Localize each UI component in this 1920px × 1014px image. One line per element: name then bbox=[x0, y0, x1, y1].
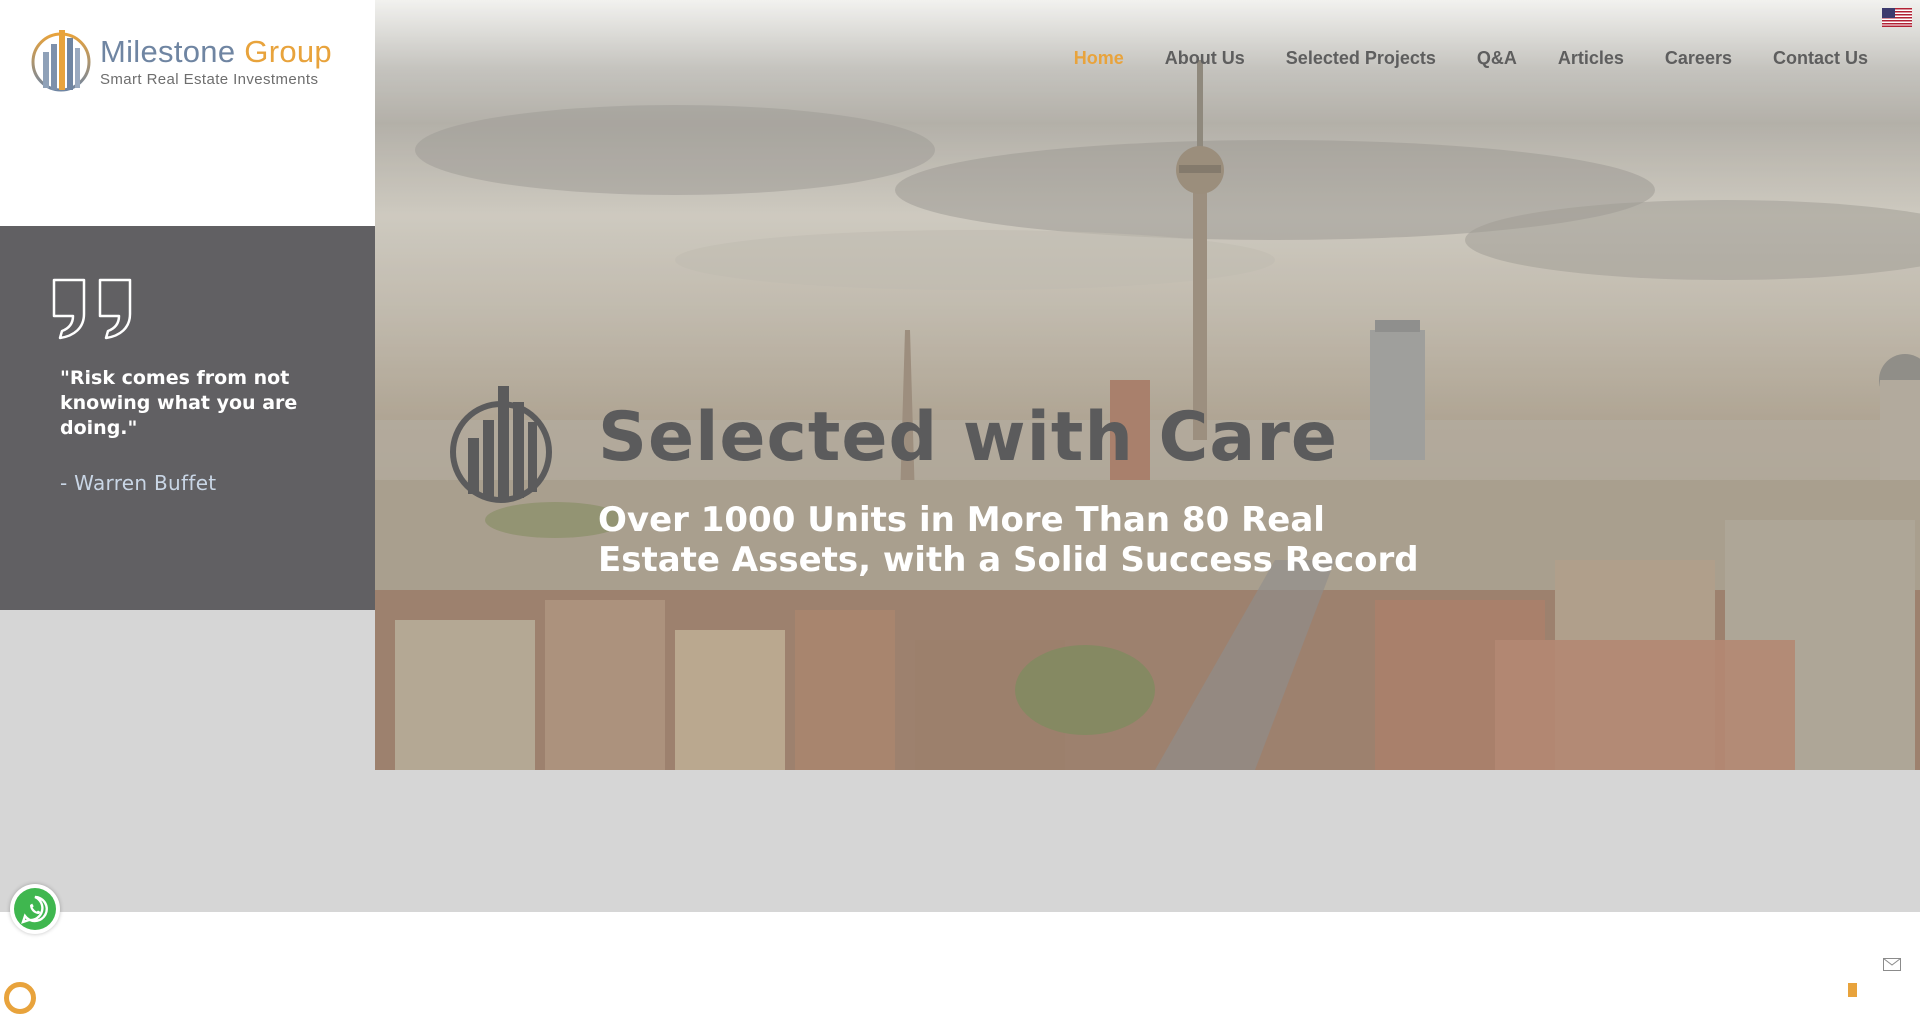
nav-contact-us[interactable]: Contact Us bbox=[1773, 48, 1868, 69]
section-heading-fragment-right bbox=[1848, 983, 1857, 997]
nav-selected-projects[interactable]: Selected Projects bbox=[1286, 48, 1436, 69]
grey-background-band bbox=[375, 770, 1920, 912]
brand-name-part1: Milestone bbox=[100, 34, 236, 69]
hero-subtitle: Over 1000 Units in More Than 80 Real Est… bbox=[598, 500, 1419, 580]
quote-panel: "Risk comes from not knowing what you ar… bbox=[0, 226, 375, 610]
brand-tagline: Smart Real Estate Investments bbox=[100, 71, 319, 88]
quote-text: "Risk comes from not knowing what you ar… bbox=[60, 367, 298, 439]
brand-name: Milestone Group bbox=[100, 36, 332, 67]
nav-articles[interactable]: Articles bbox=[1558, 48, 1624, 69]
us-flag-icon[interactable] bbox=[1882, 8, 1912, 27]
whatsapp-button[interactable] bbox=[10, 884, 60, 934]
nav-home[interactable]: Home bbox=[1074, 48, 1124, 69]
whatsapp-icon bbox=[14, 888, 56, 930]
building-bars-icon bbox=[450, 386, 552, 503]
hero-banner: Home About Us Selected Projects Q&A Arti… bbox=[375, 0, 1920, 770]
nav-careers[interactable]: Careers bbox=[1665, 48, 1732, 69]
quote-author: - Warren Buffet bbox=[60, 471, 217, 495]
main-nav: Home About Us Selected Projects Q&A Arti… bbox=[1074, 48, 1868, 69]
logo-icon bbox=[31, 30, 91, 92]
hero-overlay bbox=[375, 0, 1920, 770]
nav-qa[interactable]: Q&A bbox=[1477, 48, 1517, 69]
quote-icon bbox=[52, 278, 132, 340]
logo-text: Milestone Group Smart Real Estate Invest… bbox=[100, 36, 332, 88]
nav-about-us[interactable]: About Us bbox=[1165, 48, 1245, 69]
grey-background-left bbox=[0, 610, 375, 912]
mail-icon[interactable] bbox=[1883, 958, 1901, 971]
logo-panel: Milestone Group Smart Real Estate Invest… bbox=[0, 0, 375, 226]
brand-name-part2: Group bbox=[244, 34, 332, 69]
hero-title: Selected with Care bbox=[598, 398, 1338, 477]
section-heading-fragment-left bbox=[4, 982, 36, 1014]
